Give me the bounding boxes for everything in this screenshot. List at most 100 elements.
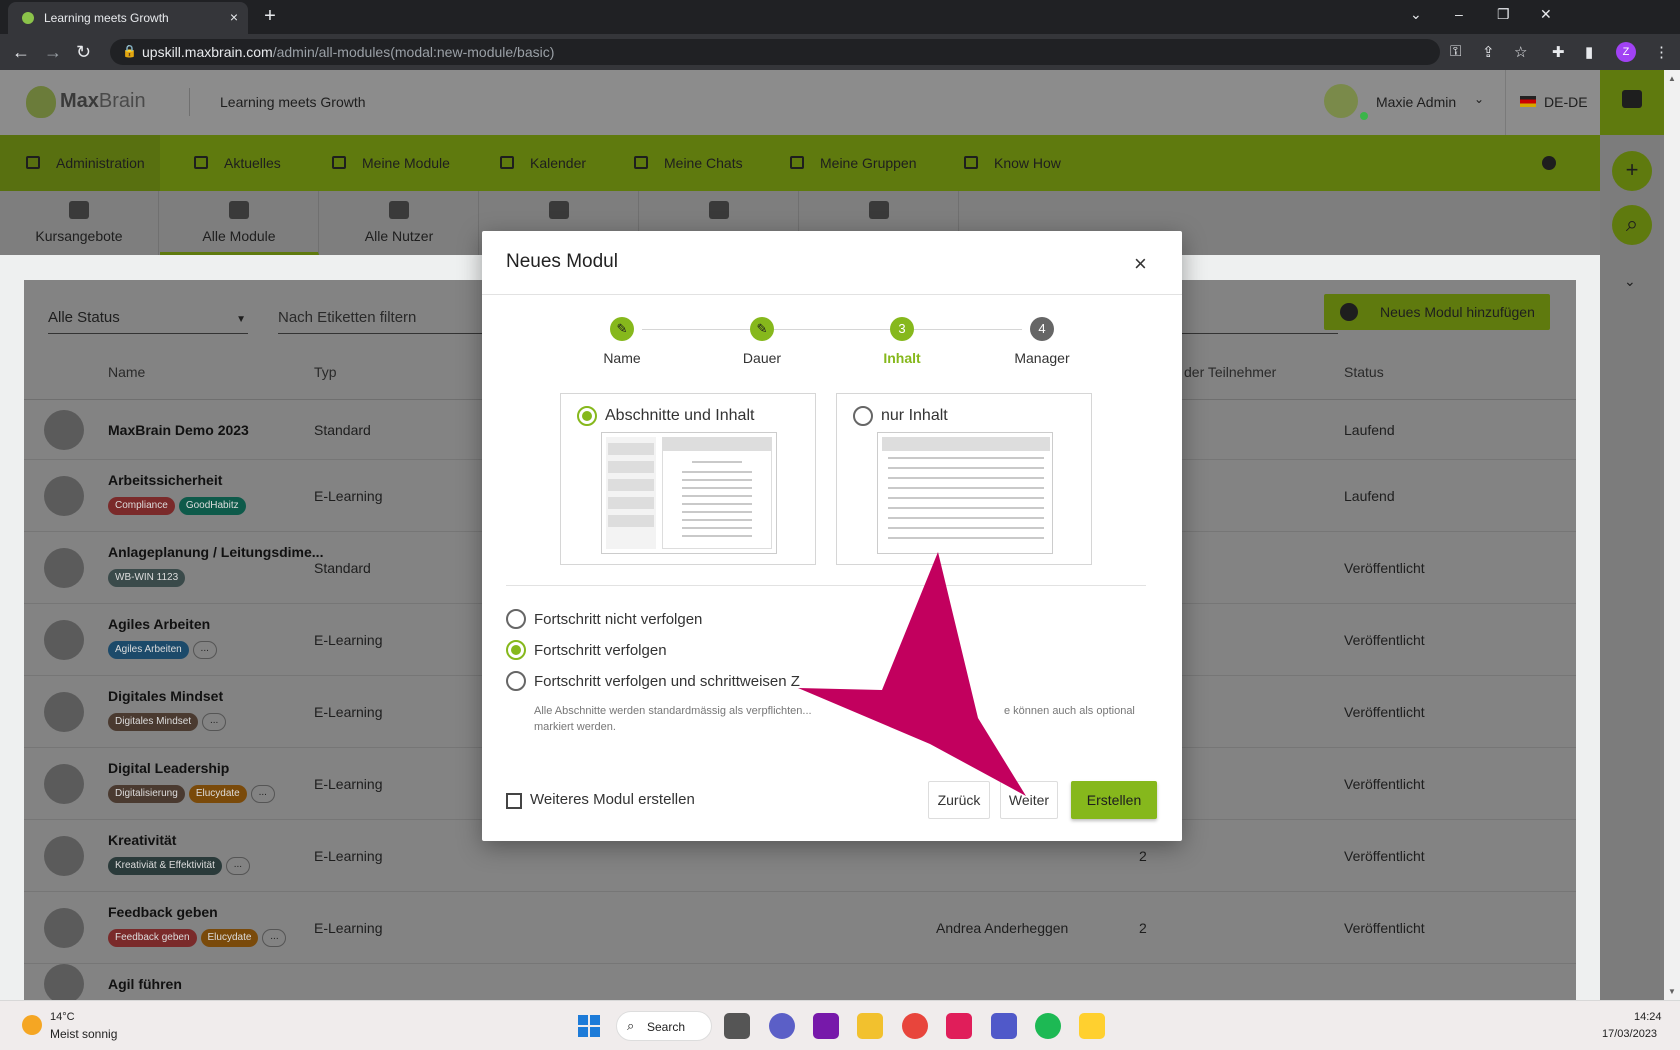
more-tags-button[interactable]: ... bbox=[202, 713, 227, 731]
radio-button[interactable] bbox=[853, 406, 873, 426]
weather-description[interactable]: Meist sonnig bbox=[50, 1027, 117, 1041]
column-header-type[interactable]: Typ bbox=[314, 364, 337, 380]
step-inhalt[interactable]: 3 Inhalt bbox=[842, 317, 962, 366]
chrome-icon[interactable] bbox=[902, 1013, 928, 1039]
tab-alle-module[interactable]: Alle Module bbox=[160, 191, 319, 255]
sidepanel-icon[interactable]: ▮ bbox=[1585, 43, 1593, 61]
tag-badge[interactable]: Agiles Arbeiten bbox=[108, 641, 189, 659]
tag-badge[interactable]: Feedback geben bbox=[108, 929, 197, 947]
miro-icon[interactable] bbox=[1079, 1013, 1105, 1039]
another-module-checkbox[interactable] bbox=[506, 793, 522, 809]
tag-badge[interactable]: Digitalisierung bbox=[108, 785, 185, 803]
file-explorer-icon[interactable] bbox=[724, 1013, 750, 1039]
module-name[interactable]: Agil führen bbox=[108, 976, 182, 992]
add-button[interactable]: + bbox=[1612, 151, 1652, 191]
column-header-status[interactable]: Status bbox=[1344, 364, 1384, 380]
tag-badge[interactable]: Kreativiät & Effektivität bbox=[108, 857, 222, 875]
tab-alle-nutzer[interactable]: Alle Nutzer bbox=[320, 191, 479, 255]
checkbox-label[interactable]: Weiteres Modul erstellen bbox=[530, 791, 695, 808]
menu-icon[interactable]: ⋮ bbox=[1654, 43, 1669, 61]
close-icon[interactable]: × bbox=[1134, 251, 1147, 277]
chat-button[interactable] bbox=[1600, 70, 1664, 135]
scroll-down-icon[interactable]: ▼ bbox=[1668, 987, 1676, 996]
search-button[interactable]: ⌕ bbox=[1612, 205, 1652, 245]
language-selector[interactable]: DE-DE bbox=[1544, 94, 1588, 110]
layout-option-sections[interactable]: Abschnitte und Inhalt bbox=[560, 393, 816, 565]
module-name[interactable]: Feedback geben bbox=[108, 904, 218, 920]
radio-button[interactable] bbox=[506, 671, 526, 691]
url-field[interactable]: 🔒 upskill.maxbrain.com/admin/all-modules… bbox=[110, 39, 1440, 65]
step-dauer[interactable]: ✎ Dauer bbox=[702, 317, 822, 366]
add-module-button[interactable]: Neues Modul hinzufügen bbox=[1324, 294, 1550, 330]
sun-icon[interactable] bbox=[22, 1015, 42, 1035]
logo-text[interactable]: MaxBrain bbox=[60, 90, 146, 113]
column-header-name[interactable]: Name bbox=[108, 364, 145, 380]
create-button[interactable]: Erstellen bbox=[1071, 781, 1157, 819]
add-circle-icon[interactable] bbox=[1542, 156, 1556, 170]
more-tags-button[interactable]: ... bbox=[225, 857, 250, 875]
maximize-icon[interactable]: ❐ bbox=[1497, 6, 1510, 23]
column-header-participants[interactable]: der Teilnehmer bbox=[1184, 364, 1276, 380]
step-label: Name bbox=[603, 350, 641, 366]
close-window-icon[interactable]: ✕ bbox=[1540, 6, 1552, 23]
taskbar-search[interactable]: ⌕ Search bbox=[616, 1011, 712, 1041]
step-manager[interactable]: 4 Manager bbox=[982, 317, 1102, 366]
table-row[interactable]: Agil führen bbox=[24, 964, 1576, 1004]
option-label: Fortschritt verfolgen und schrittweisen … bbox=[534, 673, 800, 690]
key-icon[interactable]: ⚿ bbox=[1450, 43, 1461, 60]
tag-badge[interactable]: Elucydate bbox=[200, 929, 259, 947]
extensions-icon[interactable]: ✚ bbox=[1552, 43, 1565, 61]
scrollbar[interactable]: ▲ ▼ bbox=[1664, 70, 1680, 1000]
tag-badge[interactable]: Elucydate bbox=[188, 785, 247, 803]
radio-button[interactable] bbox=[577, 406, 597, 426]
more-tags-button[interactable]: ... bbox=[250, 785, 275, 803]
status-filter-value: Alle Status bbox=[48, 309, 120, 326]
folder-icon[interactable] bbox=[857, 1013, 883, 1039]
reload-icon[interactable]: ↻ bbox=[76, 42, 91, 63]
share-icon[interactable]: ⇪ bbox=[1482, 43, 1495, 61]
minimize-icon[interactable]: – bbox=[1455, 6, 1463, 22]
back-icon[interactable]: ← bbox=[12, 42, 30, 63]
spotify-icon[interactable] bbox=[1035, 1013, 1061, 1039]
user-name[interactable]: Maxie Admin bbox=[1376, 94, 1456, 110]
more-tags-button[interactable]: ... bbox=[192, 641, 217, 659]
clock-date[interactable]: 17/03/2023 bbox=[1602, 1028, 1657, 1040]
module-name[interactable]: Anlageplanung / Leitungsdime... bbox=[108, 544, 323, 560]
avatar[interactable] bbox=[1324, 84, 1358, 118]
module-name[interactable]: Kreativität bbox=[108, 832, 176, 848]
slack-icon[interactable] bbox=[946, 1013, 972, 1039]
module-name[interactable]: Digitales Mindset bbox=[108, 688, 223, 704]
tag-badge[interactable]: GoodHabitz bbox=[178, 497, 246, 515]
clock-time[interactable]: 14:24 bbox=[1634, 1011, 1662, 1023]
tab-kursangebote[interactable]: Kursangebote bbox=[0, 191, 159, 255]
module-name[interactable]: Digital Leadership bbox=[108, 760, 229, 776]
radio-button[interactable] bbox=[506, 640, 526, 660]
windows-start-icon[interactable] bbox=[578, 1015, 600, 1037]
scroll-up-icon[interactable]: ▲ bbox=[1668, 74, 1676, 83]
onenote-icon[interactable] bbox=[813, 1013, 839, 1039]
tag-badge[interactable]: WB-WIN 1123 bbox=[108, 569, 186, 587]
new-tab-button[interactable]: + bbox=[258, 5, 282, 29]
forward-icon[interactable]: → bbox=[44, 42, 62, 63]
weather-temperature[interactable]: 14°C bbox=[50, 1011, 75, 1023]
tab-close-icon[interactable]: × bbox=[230, 9, 238, 25]
tab-search-icon[interactable]: ⌄ bbox=[1410, 6, 1422, 23]
tag-badge[interactable]: Digitales Mindset bbox=[108, 713, 199, 731]
chevron-down-icon[interactable]: ⌄ bbox=[1474, 92, 1484, 106]
star-icon[interactable]: ☆ bbox=[1514, 43, 1527, 61]
step-name[interactable]: ✎ Name bbox=[562, 317, 682, 366]
module-name[interactable]: MaxBrain Demo 2023 bbox=[108, 422, 249, 438]
profile-avatar[interactable]: Z bbox=[1616, 42, 1636, 62]
status-badge: Veröffentlicht bbox=[1344, 848, 1425, 864]
module-name[interactable]: Arbeitssicherheit bbox=[108, 472, 222, 488]
more-tags-button[interactable]: ... bbox=[262, 929, 287, 947]
tag-badge[interactable]: Compliance bbox=[108, 497, 175, 515]
table-row[interactable]: Feedback geben Feedback geben Elucydate...… bbox=[24, 892, 1576, 964]
browser-tab[interactable]: Learning meets Growth × bbox=[8, 2, 248, 34]
chat-icon[interactable] bbox=[769, 1013, 795, 1039]
chevron-down-icon[interactable]: ⌄ bbox=[1624, 273, 1636, 290]
status-filter[interactable]: Alle Status ▼ bbox=[48, 306, 248, 334]
teams-icon[interactable] bbox=[991, 1013, 1017, 1039]
module-name[interactable]: Agiles Arbeiten bbox=[108, 616, 210, 632]
radio-button[interactable] bbox=[506, 609, 526, 629]
